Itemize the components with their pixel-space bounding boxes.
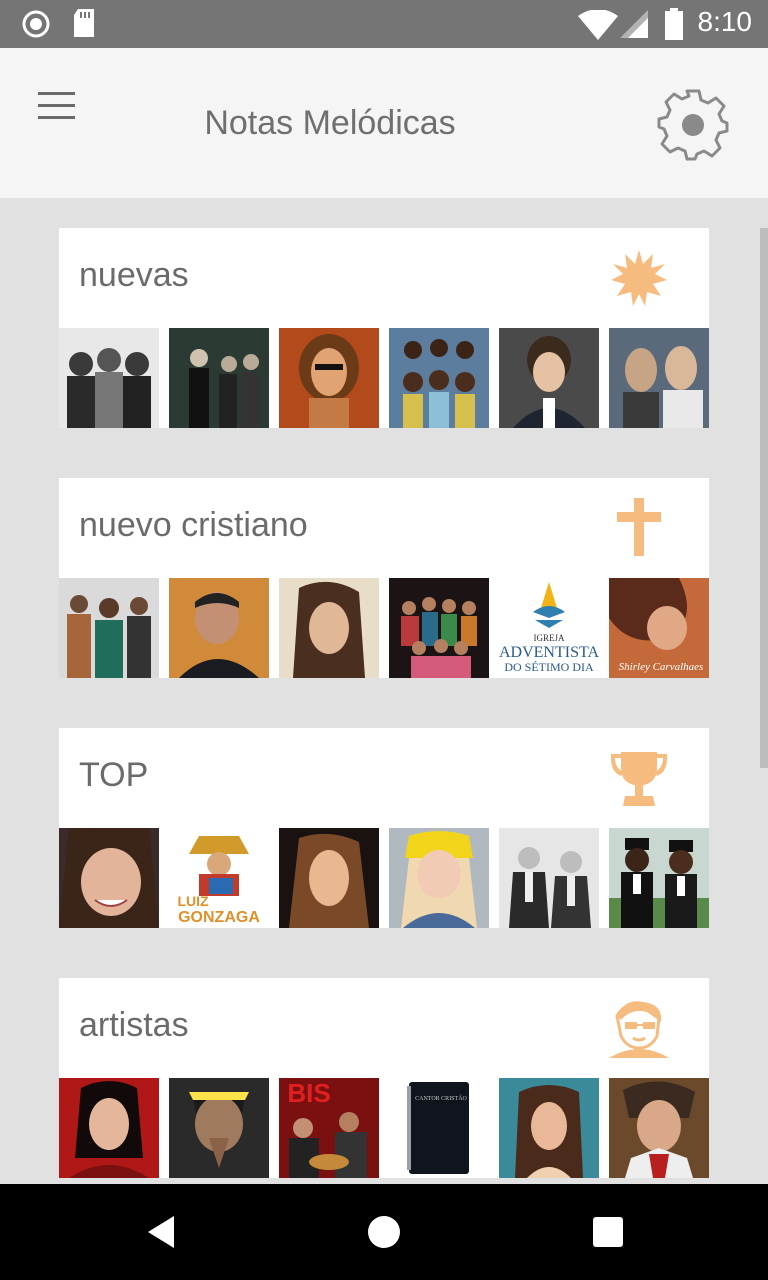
luiz-label: LUIZ bbox=[177, 893, 209, 909]
album-thumb[interactable] bbox=[169, 328, 269, 428]
bis-label: BIS bbox=[287, 1078, 330, 1108]
album-thumb[interactable] bbox=[59, 578, 159, 678]
album-thumb[interactable]: BIS bbox=[279, 1078, 379, 1178]
home-icon[interactable] bbox=[360, 1208, 408, 1256]
back-icon[interactable] bbox=[140, 1208, 188, 1256]
album-thumb[interactable] bbox=[389, 578, 489, 678]
starburst-icon bbox=[611, 250, 667, 306]
thumb-row: IGREJA ADVENTISTA DO SÉTIMO DIA Shirley … bbox=[59, 578, 709, 678]
adventist-logo-thumb[interactable]: IGREJA ADVENTISTA DO SÉTIMO DIA bbox=[499, 578, 599, 678]
album-thumb[interactable] bbox=[499, 328, 599, 428]
thumb-row bbox=[59, 328, 709, 428]
album-thumb[interactable] bbox=[279, 578, 379, 678]
thumb-row: BIS CANTOR CRISTÃO bbox=[59, 1078, 709, 1178]
singer-face-icon bbox=[609, 1001, 669, 1058]
scrollbar[interactable] bbox=[760, 228, 768, 768]
album-thumb[interactable] bbox=[169, 1078, 269, 1178]
trophy-icon bbox=[611, 752, 667, 806]
wifi-icon bbox=[578, 10, 618, 40]
cross-icon bbox=[617, 498, 661, 556]
album-thumb[interactable] bbox=[499, 828, 599, 928]
album-thumb[interactable]: LUIZ GONZAGA bbox=[169, 828, 269, 928]
card-title: artistas bbox=[79, 1006, 189, 1044]
radio-icon bbox=[22, 10, 50, 38]
album-thumb[interactable] bbox=[169, 578, 269, 678]
album-thumb[interactable] bbox=[59, 328, 159, 428]
signal-icon bbox=[620, 10, 648, 38]
cantor-label: CANTOR CRISTÃO bbox=[415, 1094, 467, 1102]
album-thumb[interactable] bbox=[609, 1078, 709, 1178]
album-thumb[interactable]: CANTOR CRISTÃO bbox=[389, 1078, 489, 1178]
recents-icon[interactable] bbox=[584, 1208, 632, 1256]
album-thumb[interactable] bbox=[609, 828, 709, 928]
app-bar: Notas Melódicas bbox=[0, 48, 768, 198]
card-nuevas[interactable]: nuevas bbox=[59, 228, 709, 428]
card-title: TOP bbox=[79, 756, 149, 794]
album-thumb[interactable] bbox=[499, 1078, 599, 1178]
home-feed[interactable]: nuevas nuevo cristiano IGREJA ADVENTISTA… bbox=[0, 198, 768, 1184]
album-thumb[interactable] bbox=[389, 328, 489, 428]
shirley-label: Shirley Carvalhaes bbox=[619, 661, 704, 673]
album-thumb[interactable] bbox=[279, 328, 379, 428]
album-thumb[interactable] bbox=[389, 828, 489, 928]
adventist-line1: IGREJA bbox=[534, 633, 565, 643]
thumb-row: LUIZ GONZAGA bbox=[59, 828, 709, 928]
album-thumb[interactable] bbox=[59, 828, 159, 928]
adventist-line2: ADVENTISTA bbox=[499, 644, 599, 661]
gear-icon[interactable] bbox=[652, 84, 734, 166]
clock: 8:10 bbox=[697, 6, 753, 37]
sd-card-icon bbox=[74, 9, 94, 37]
album-thumb[interactable] bbox=[59, 1078, 159, 1178]
app-title: Notas Melódicas bbox=[204, 104, 456, 142]
navigation-bar bbox=[0, 1184, 768, 1280]
card-title: nuevo cristiano bbox=[79, 506, 308, 544]
gonzaga-label: GONZAGA bbox=[178, 909, 260, 926]
card-nuevo-cristiano[interactable]: nuevo cristiano IGREJA ADVENTISTA DO SÉT… bbox=[59, 478, 709, 678]
album-thumb[interactable]: Shirley Carvalhaes bbox=[609, 578, 709, 678]
status-bar: 8:10 bbox=[0, 0, 768, 48]
card-artistas[interactable]: artistas BIS CANTOR CRISTÃO bbox=[59, 978, 709, 1178]
card-top[interactable]: TOP LUIZ GONZAGA bbox=[59, 728, 709, 928]
album-thumb[interactable] bbox=[609, 328, 709, 428]
album-thumb[interactable] bbox=[279, 828, 379, 928]
battery-icon bbox=[665, 8, 683, 40]
card-title: nuevas bbox=[79, 256, 189, 294]
adventist-line3: DO SÉTIMO DIA bbox=[504, 660, 594, 674]
